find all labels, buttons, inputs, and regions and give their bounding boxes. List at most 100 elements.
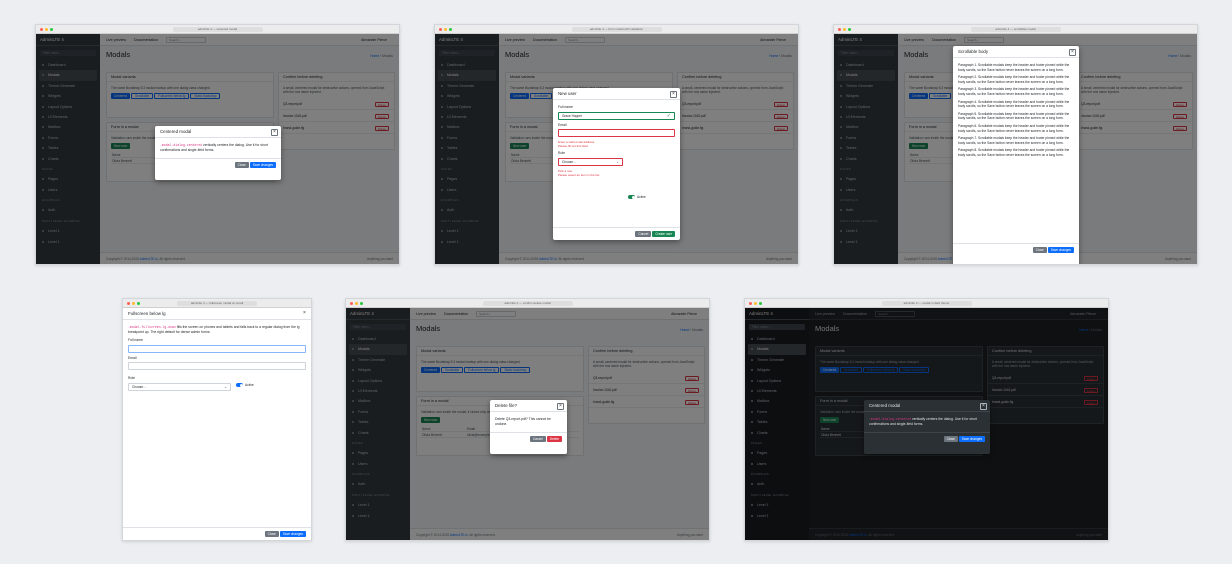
close-dot-icon[interactable]: [838, 28, 841, 31]
minimize-dot-icon[interactable]: [754, 302, 757, 305]
browser-chrome: adminlte 4 — confirm delete modal: [346, 299, 709, 308]
active-label: Active: [637, 195, 646, 199]
close-dot-icon[interactable]: [439, 28, 442, 31]
close-button[interactable]: Close: [234, 162, 249, 168]
browser-chrome: adminlte 4 — form modal with validation: [435, 25, 798, 34]
role-select[interactable]: Choose... ⌄: [128, 382, 231, 391]
email-label: Email: [128, 355, 137, 360]
cancel-button[interactable]: Cancel: [529, 436, 546, 442]
centered-modal: Centered modal × .modal-dialog-centered v…: [155, 126, 281, 180]
role-error: Please select an item in the list.: [558, 172, 601, 177]
minimize-dot-icon[interactable]: [444, 28, 447, 31]
modal-title: Scrollable body: [958, 49, 989, 54]
modal-title: Fullscreen below lg: [128, 311, 166, 316]
email-label: Email: [558, 122, 567, 127]
active-label: Active: [245, 382, 254, 387]
close-dot-icon[interactable]: [350, 302, 353, 305]
paragraph: Paragraph 2. Scrollable modals keep the …: [958, 75, 1070, 84]
minimize-dot-icon[interactable]: [132, 302, 135, 305]
close-button[interactable]: Close: [1032, 247, 1047, 253]
app-screen: AdminLTE 4 Filter menu... Dashboard Moda…: [745, 308, 1108, 540]
chevron-down-icon: ⌄: [224, 384, 227, 389]
full-name-label: Full name: [558, 105, 573, 109]
close-dot-icon[interactable]: [749, 302, 752, 305]
centered-modal-dark: Centered modal × .modal-dialog-centered v…: [864, 400, 990, 454]
full-name-label: Full name: [128, 338, 143, 343]
app-screen: AdminLTE 4 Filter menu... Dashboard Moda…: [435, 34, 798, 264]
maximize-dot-icon[interactable]: [137, 302, 140, 305]
role-value: Choose...: [562, 159, 576, 164]
code-snippet: .modal-fullscreen-lg-down: [128, 325, 176, 329]
window-fullscreen-modal: adminlte 4 — fullscreen modal on small F…: [122, 298, 312, 541]
minimize-dot-icon[interactable]: [45, 28, 48, 31]
modal-title: Centered modal: [869, 403, 901, 408]
url-bar[interactable]: adminlte 4 — centered modal: [172, 27, 263, 32]
maximize-dot-icon[interactable]: [360, 302, 363, 305]
email-error: Please fill out this field.: [558, 144, 589, 148]
close-icon[interactable]: ×: [980, 403, 987, 410]
browser-chrome: adminlte 4 — modal in dark theme: [745, 299, 1108, 308]
maximize-dot-icon[interactable]: [759, 302, 762, 305]
window-delete-modal: adminlte 4 — confirm delete modal AdminL…: [345, 298, 710, 541]
browser-chrome: adminlte 4 — scrollable modal: [834, 25, 1197, 34]
check-icon: ✓: [666, 112, 671, 119]
role-value: Choose...: [132, 384, 146, 389]
modal-title: Delete file?: [495, 403, 517, 408]
window-centered-modal: adminlte 4 — centered modal AdminLTE 4 F…: [35, 24, 400, 265]
maximize-dot-icon[interactable]: [848, 28, 851, 31]
url-bar[interactable]: adminlte 4 — fullscreen modal on small: [177, 301, 257, 306]
active-toggle[interactable]: [628, 195, 635, 200]
modal-text: Delete Q3-report.pdf? This cannot be und…: [495, 417, 551, 426]
paragraph: Paragraph 4. Scrollable modals keep the …: [958, 99, 1070, 109]
scrollable-modal: Scrollable body × Paragraph 1. Scrollable…: [953, 46, 1079, 264]
cancel-button[interactable]: Cancel: [635, 231, 652, 237]
maximize-dot-icon[interactable]: [50, 28, 53, 31]
paragraph: Paragraph 3. Scrollable modals keep the …: [958, 87, 1070, 96]
browser-chrome: adminlte 4 — fullscreen modal on small: [123, 299, 311, 308]
full-name-field[interactable]: Grace Hopper ✓: [558, 111, 675, 120]
role-select[interactable]: Choose... ⌄: [558, 157, 623, 166]
modal-title: New user: [558, 91, 577, 96]
email-field[interactable]: [558, 129, 675, 137]
close-icon[interactable]: ×: [557, 403, 564, 410]
create-user-button[interactable]: Create user: [652, 231, 675, 237]
paragraph: Paragraph 1. Scrollable modals keep the …: [958, 63, 1070, 72]
minimize-dot-icon[interactable]: [355, 302, 358, 305]
url-bar[interactable]: adminlte 4 — confirm delete modal: [482, 301, 573, 306]
scroll-body[interactable]: Paragraph 1. Scrollable modals keep the …: [953, 58, 1079, 243]
active-toggle[interactable]: [236, 383, 243, 388]
window-scrollable-modal: adminlte 4 — scrollable modal AdminLTE 4…: [833, 24, 1198, 265]
confirm-delete-button[interactable]: Delete: [546, 436, 562, 442]
modal-title: Centered modal: [160, 129, 192, 134]
code-snippet: .modal-dialog-centered: [869, 417, 912, 421]
paragraph: Paragraph 5. Scrollable modals keep the …: [958, 111, 1070, 121]
save-button[interactable]: Save changes: [1047, 247, 1074, 253]
paragraph: Paragraph 8. Scrollable modals keep the …: [958, 148, 1070, 157]
close-icon[interactable]: ×: [271, 129, 278, 136]
close-dot-icon[interactable]: [127, 302, 130, 305]
close-button[interactable]: Close: [264, 531, 279, 537]
minimize-dot-icon[interactable]: [843, 28, 846, 31]
save-button[interactable]: Save changes: [279, 531, 306, 537]
close-dot-icon[interactable]: [40, 28, 43, 31]
role-label: Role: [558, 151, 565, 155]
url-bar[interactable]: adminlte 4 — modal in dark theme: [881, 301, 972, 306]
paragraph: Paragraph 6. Scrollable modals keep the …: [958, 123, 1070, 133]
save-button[interactable]: Save changes: [249, 162, 276, 168]
maximize-dot-icon[interactable]: [449, 28, 452, 31]
window-dark-modal: adminlte 4 — modal in dark theme AdminLT…: [744, 298, 1109, 541]
delete-modal: Delete file? × Delete Q3-report.pdf? This…: [490, 400, 567, 454]
close-button[interactable]: Close: [943, 436, 958, 442]
app-screen: AdminLTE 4 Filter menu... Dashboard Moda…: [346, 308, 709, 540]
close-icon[interactable]: ×: [1069, 49, 1076, 56]
window-form-modal: adminlte 4 — form modal with validation …: [434, 24, 799, 265]
url-bar[interactable]: adminlte 4 — form modal with validation: [571, 27, 662, 32]
email-field[interactable]: [128, 362, 306, 371]
save-button[interactable]: Save changes: [958, 436, 985, 442]
url-bar[interactable]: adminlte 4 — scrollable modal: [970, 27, 1061, 32]
close-icon[interactable]: ×: [670, 91, 677, 98]
full-name-field[interactable]: [128, 344, 306, 353]
fullscreen-modal: Fullscreen below lg × .modal-fullscreen-l…: [123, 308, 311, 540]
browser-chrome: adminlte 4 — centered modal: [36, 25, 399, 34]
close-icon[interactable]: ×: [301, 311, 308, 318]
